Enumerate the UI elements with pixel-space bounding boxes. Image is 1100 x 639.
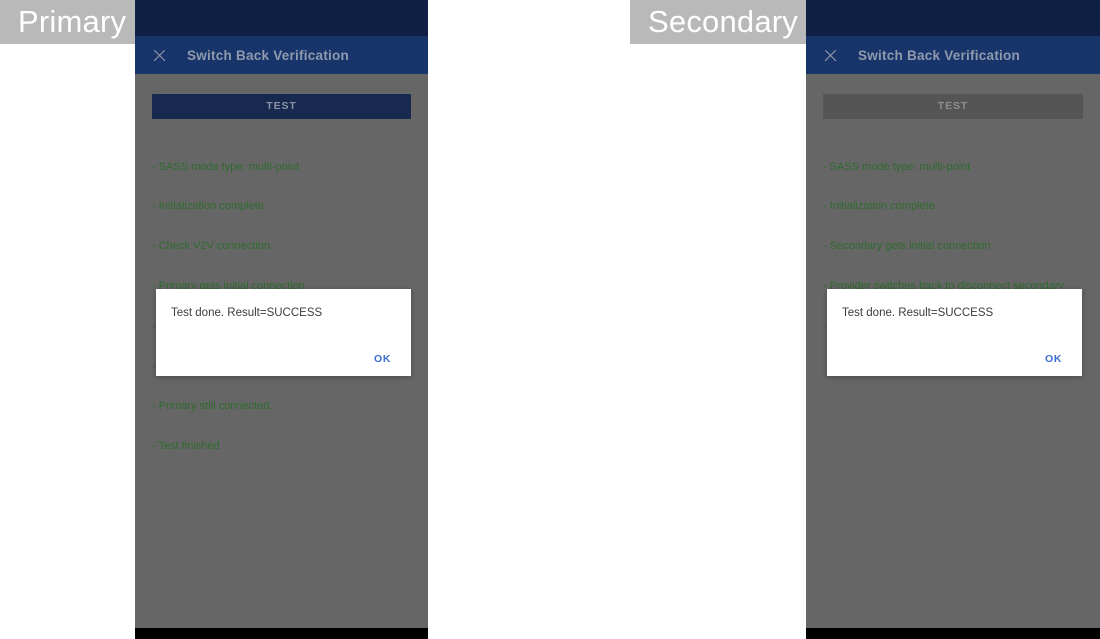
test-button: TEST [823, 94, 1083, 119]
status-bar-secondary [806, 0, 1100, 36]
log-line: - SASS mode type: multi-point [823, 160, 971, 173]
log-line: - Primary still connected. [152, 399, 273, 412]
app-bar-title: Switch Back Verification [187, 47, 350, 63]
dialog-ok-button[interactable]: OK [370, 351, 395, 367]
alert-dialog-secondary: Test done. Result=SUCCESS OK [827, 289, 1082, 376]
log-line: - Initialization complete [823, 200, 935, 213]
dialog-message: Test done. Result=SUCCESS [171, 307, 323, 319]
caption-primary: Primary [0, 0, 135, 44]
status-bar-primary [135, 0, 428, 36]
system-nav-bar [806, 628, 1100, 639]
log-line: - Test finished [152, 439, 220, 452]
log-line: - Check V2V connection. [152, 240, 274, 253]
dialog-ok-button[interactable]: OK [1041, 351, 1066, 367]
app-bar-title: Switch Back Verification [858, 47, 1021, 63]
close-icon[interactable] [823, 48, 838, 63]
app-bar-primary: Switch Back Verification [135, 36, 428, 74]
test-button[interactable]: TEST [152, 94, 411, 119]
log-line: - Initialization complete [152, 200, 264, 213]
app-bar-secondary: Switch Back Verification [806, 36, 1100, 74]
log-line: - Secondary gets initial connection [823, 240, 991, 253]
system-nav-bar [135, 628, 428, 639]
log-line: - SASS mode type: multi-point [152, 160, 300, 173]
device-screen-secondary: Switch Back Verification TEST - SASS mod… [806, 0, 1100, 639]
caption-secondary: Secondary [630, 0, 806, 44]
dialog-message: Test done. Result=SUCCESS [842, 307, 994, 319]
device-screen-primary: Switch Back Verification TEST - SASS mod… [135, 0, 428, 639]
content-area-primary: TEST - SASS mode type: multi-point - Ini… [135, 74, 428, 628]
close-icon[interactable] [152, 48, 167, 63]
content-area-secondary: TEST - SASS mode type: multi-point - Ini… [806, 74, 1100, 628]
alert-dialog-primary: Test done. Result=SUCCESS OK [156, 289, 411, 376]
